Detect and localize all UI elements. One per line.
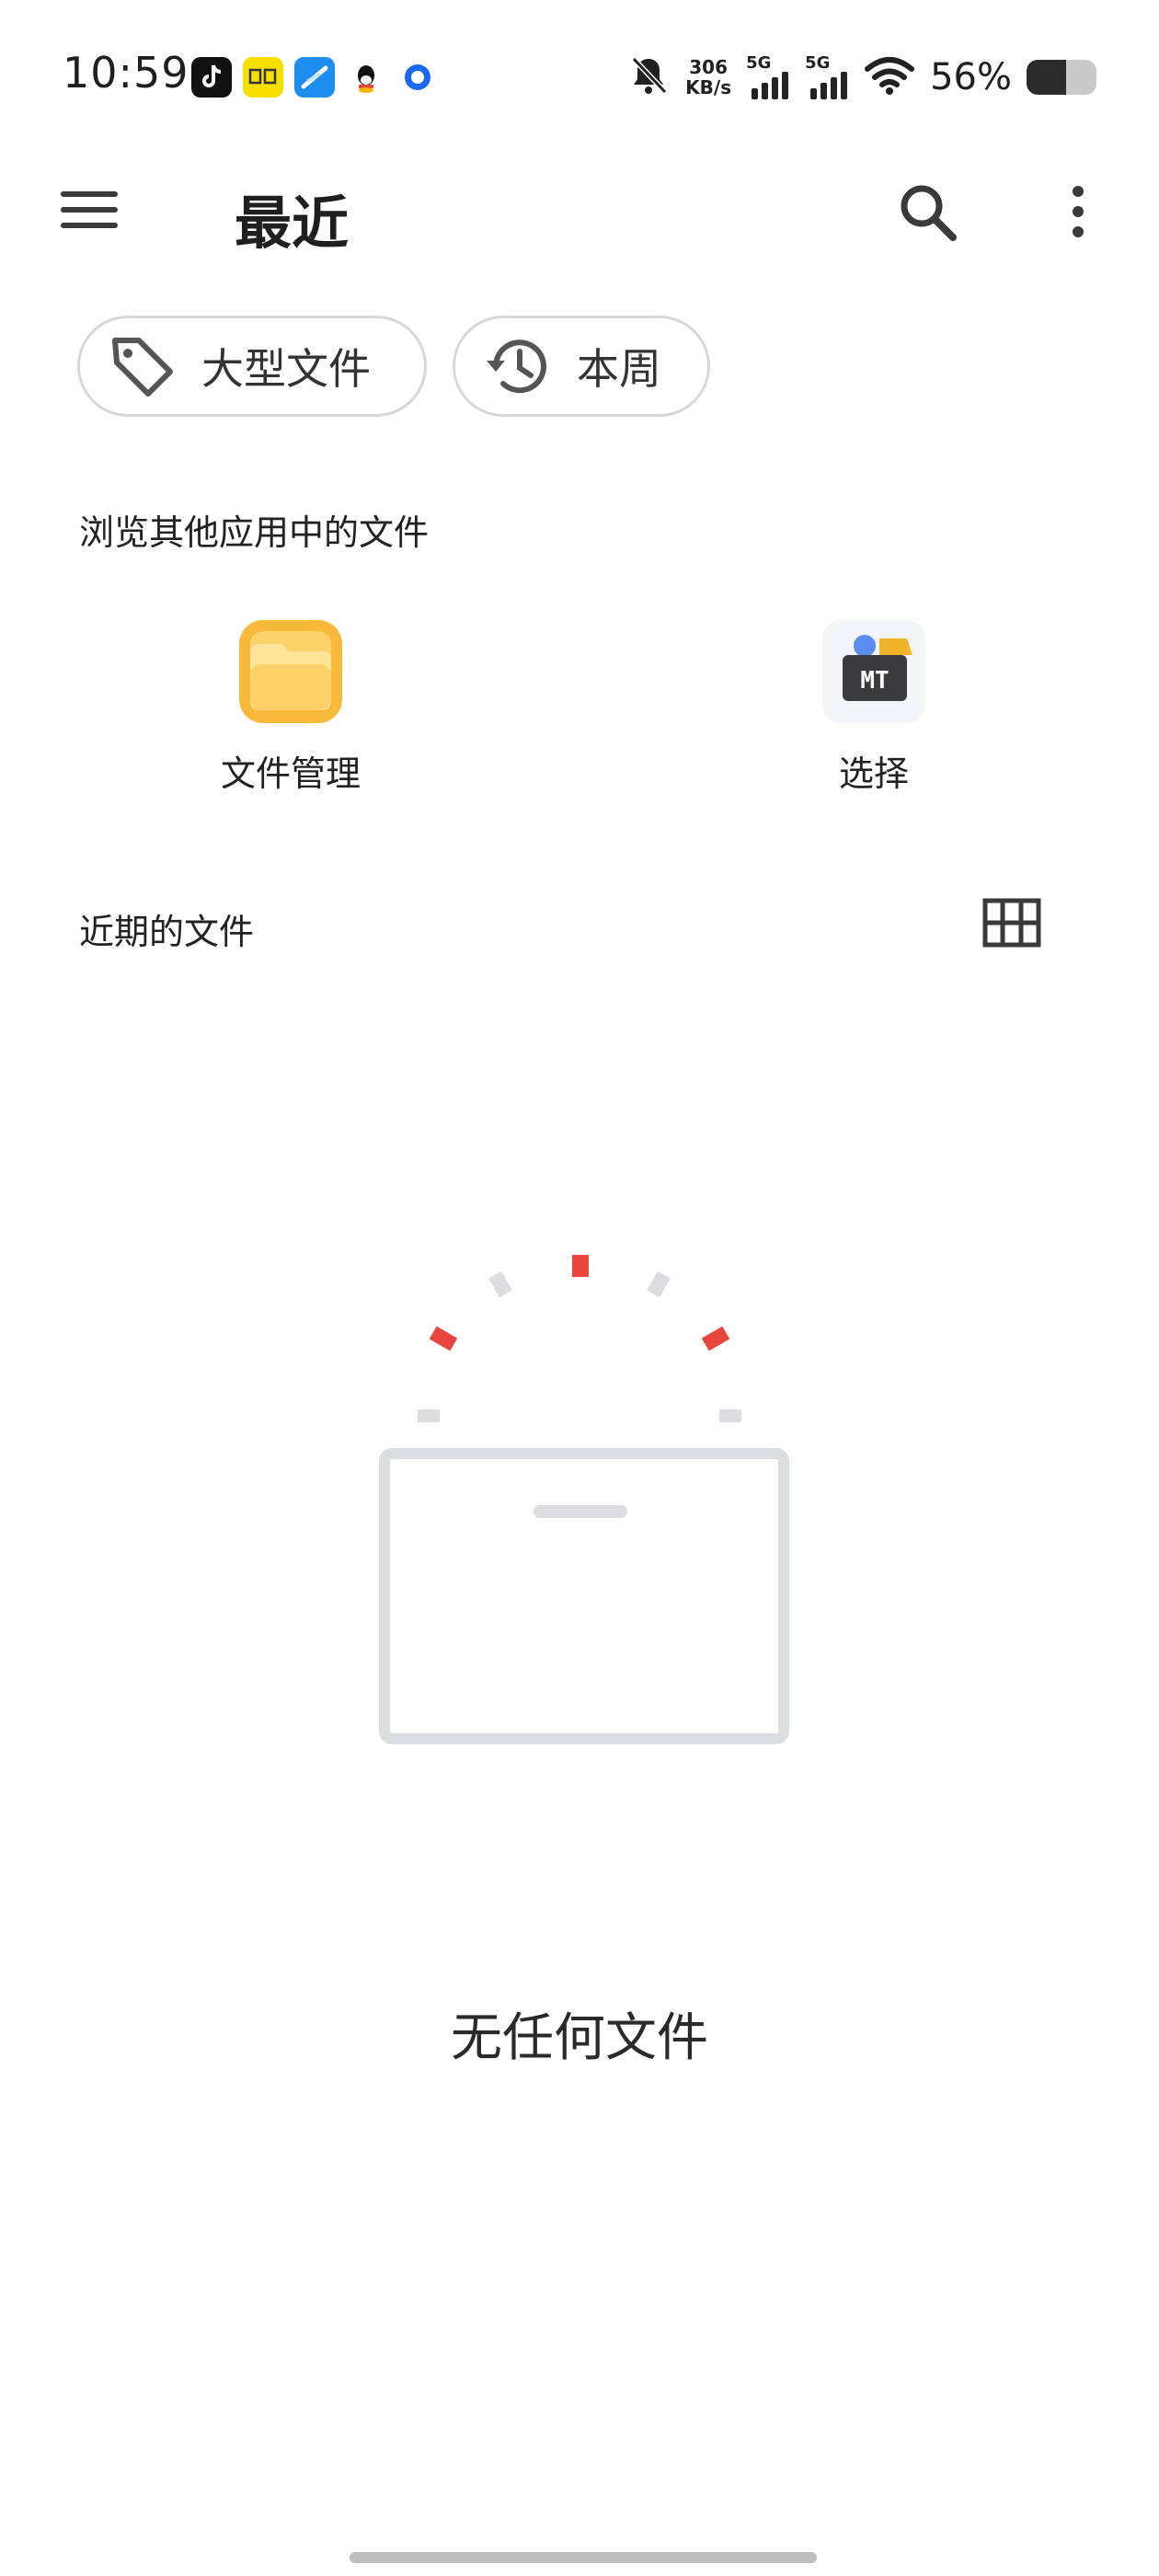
search-button[interactable]	[894, 178, 960, 245]
net-speed-unit: KB/s	[685, 76, 732, 98]
filter-chip-label: 大型文件	[201, 344, 371, 394]
folder-app-icon	[237, 618, 344, 725]
battery-icon	[1027, 60, 1096, 95]
battery-percentage: 56%	[930, 56, 1012, 98]
status-time: 10:59	[63, 48, 189, 98]
guoyuan-app-icon	[243, 57, 283, 98]
app-item-mt-manager[interactable]: MT 选择	[763, 618, 984, 796]
ray-right-low	[719, 1409, 741, 1422]
ray-right-mid	[701, 1326, 730, 1351]
home-indicator[interactable]	[350, 2552, 817, 2563]
ray-right-upper	[647, 1271, 671, 1298]
circle-app-icon	[397, 57, 438, 98]
mute-icon	[626, 53, 671, 101]
ray-top	[572, 1255, 589, 1277]
grid-view-icon	[982, 898, 1041, 951]
filter-chip-large-files[interactable]: 大型文件	[77, 316, 427, 417]
mt-manager-icon: MT	[820, 618, 927, 725]
hamburger-menu-icon	[57, 191, 121, 241]
app-item-file-manager[interactable]: 文件管理	[180, 618, 401, 796]
feather-app-icon	[294, 57, 335, 98]
search-icon	[894, 185, 960, 248]
filter-chip-this-week[interactable]: 本周	[453, 316, 710, 417]
app-item-label: 选择	[838, 753, 909, 794]
mt-icon-text: MT	[860, 667, 889, 695]
tiktok-icon	[191, 57, 232, 98]
ray-left-mid	[429, 1326, 458, 1351]
app-item-label: 文件管理	[220, 753, 361, 794]
box-outline	[379, 1448, 789, 1744]
more-options-button[interactable]	[1054, 180, 1102, 247]
tag-icon	[106, 329, 179, 403]
signal-sim1-icon: 5G	[746, 53, 790, 101]
history-icon	[481, 329, 555, 403]
view-toggle-button[interactable]	[982, 898, 1041, 948]
empty-state-illustration	[368, 1251, 800, 1766]
sim2-network-label: 5G	[805, 53, 831, 73]
net-speed: 306 KB/s	[685, 57, 731, 98]
ray-left-upper	[488, 1271, 512, 1298]
menu-button[interactable]	[57, 182, 121, 237]
ray-left-low	[418, 1409, 440, 1422]
qq-icon	[346, 57, 386, 98]
filter-chip-label: 本周	[577, 344, 661, 394]
browse-section-title: 浏览其他应用中的文件	[79, 512, 430, 553]
sim1-network-label: 5G	[746, 53, 772, 73]
more-vertical-icon	[1054, 186, 1102, 250]
signal-sim2-icon: 5G	[805, 53, 849, 101]
empty-state-message: 无任何文件	[451, 2008, 708, 2068]
battery-fill	[1027, 60, 1066, 95]
net-speed-value: 306	[689, 56, 728, 78]
page-title: 最近	[235, 190, 350, 257]
recent-section-title: 近期的文件	[79, 912, 255, 952]
box-handle	[534, 1505, 627, 1518]
wifi-icon	[864, 54, 915, 100]
